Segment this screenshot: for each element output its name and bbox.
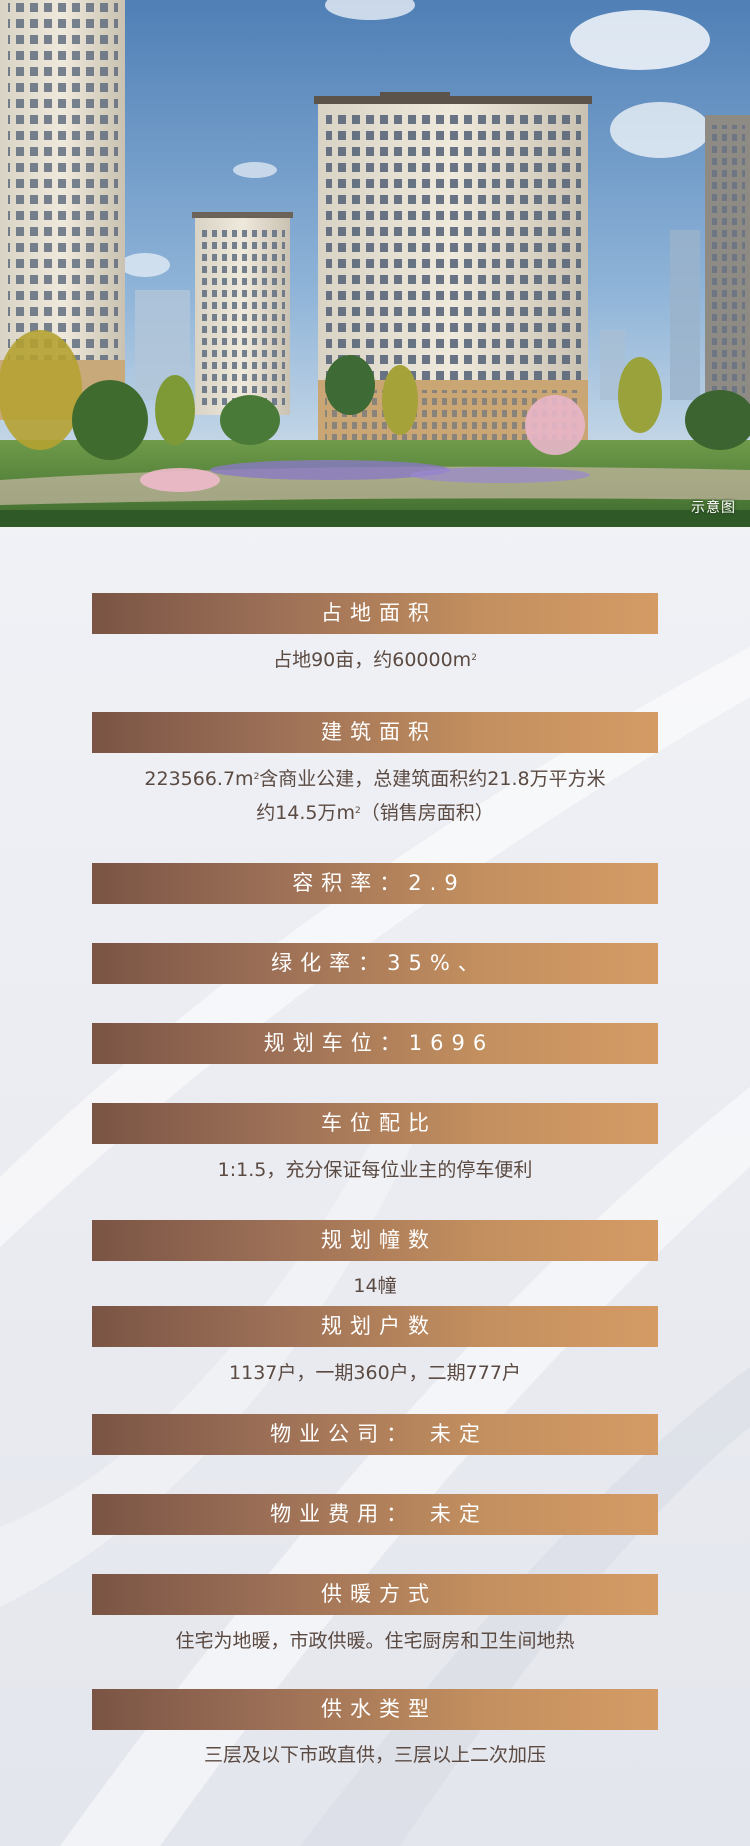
heating-value: 住宅为地暖，市政供暖。住宅厨房和卫生间地热 <box>175 1630 575 1652</box>
section-title-plot-ratio: 容积率：2.9 <box>92 863 658 904</box>
building-area-value: 223566.7m2含商业公建，总建筑面积约21.8万平方米 <box>144 768 606 790</box>
land-area-value: 占地90亩，约60000m2 <box>273 649 477 671</box>
section-title-property-fee: 物业费用： 未定 <box>92 1494 658 1535</box>
section-title-parking-spaces: 规划车位：1696 <box>92 1023 658 1064</box>
hero-rendering: 示意图 <box>0 0 750 527</box>
section-title-heating: 供暖方式 <box>92 1574 658 1615</box>
section-title-land-area: 占地面积 <box>92 593 658 634</box>
parking-ratio-value: 1:1.5，充分保证每位业主的停车便利 <box>217 1159 533 1181</box>
section-title-green-ratio: 绿化率：35%、 <box>92 943 658 984</box>
section-title-building-count: 规划幢数 <box>92 1220 658 1261</box>
section-title-water-supply: 供水类型 <box>92 1689 658 1730</box>
illustration-caption: 示意图 <box>691 500 736 516</box>
sales-area-value: 约14.5万m2（销售房面积） <box>256 802 494 824</box>
water-supply-value: 三层及以下市政直供，三层以上二次加压 <box>203 1744 546 1766</box>
section-title-household-count: 规划户数 <box>92 1306 658 1347</box>
residential-render-illustration <box>0 0 750 527</box>
project-info-panel: 占地面积 占地90亩，约60000m2 建筑面积 223566.7m2含商业公建… <box>0 527 750 1846</box>
building-count-value: 14幢 <box>353 1275 397 1297</box>
section-title-parking-ratio: 车位配比 <box>92 1103 658 1144</box>
section-title-building-area: 建筑面积 <box>92 712 658 753</box>
household-count-value: 1137户，一期360户，二期777户 <box>229 1362 521 1384</box>
section-title-property-company: 物业公司： 未定 <box>92 1414 658 1455</box>
